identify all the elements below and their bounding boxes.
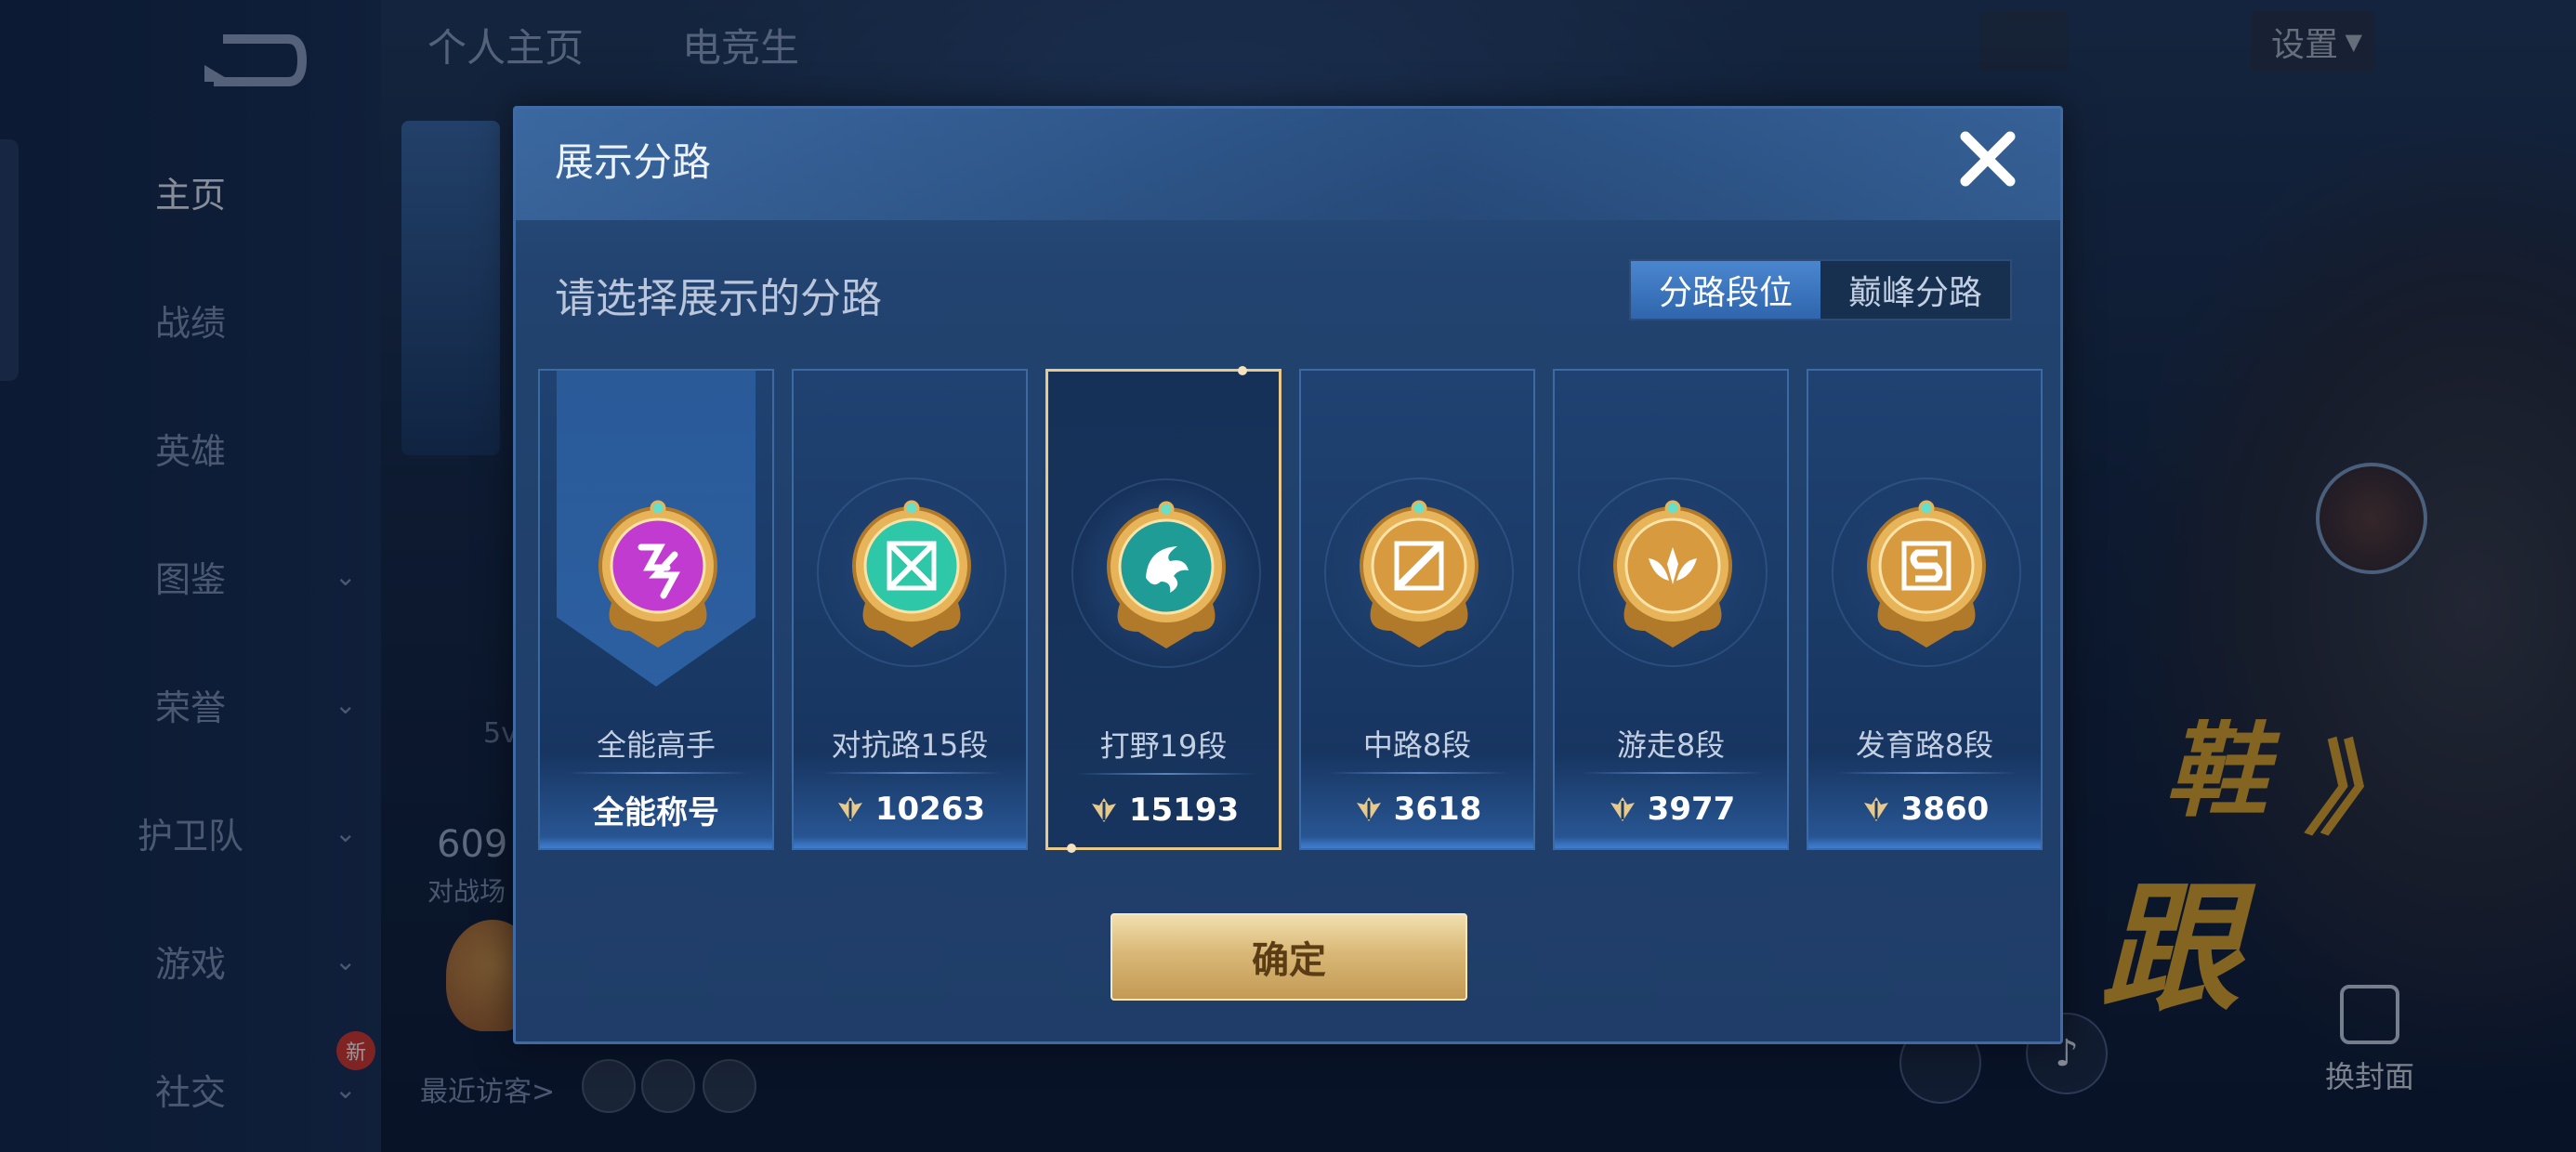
lane-score: 3977 [1555, 789, 1787, 830]
lane-card[interactable]: 游走8段 3977 [1553, 369, 1789, 850]
lane-score: 3860 [1808, 789, 2041, 830]
divider [1836, 772, 2017, 774]
lane-score: 3618 [1301, 789, 1533, 830]
lane-card[interactable]: 中路8段 3618 [1299, 369, 1535, 850]
lane-score: 15193 [1048, 790, 1279, 831]
peak-score-icon [1353, 793, 1385, 825]
divider [568, 772, 748, 774]
card-glow [794, 837, 1026, 848]
divider [821, 772, 1002, 774]
lane-card[interactable]: 发育路8段 3860 [1807, 369, 2043, 850]
corner-dot [1067, 844, 1076, 853]
lane-name: 游走8段 [1616, 727, 1726, 763]
divider [1329, 772, 1509, 774]
lane-card[interactable]: 全能高手 全能称号 [538, 369, 774, 850]
lane-name: 发育路8段 [1855, 727, 1994, 763]
clash-lane-badge-icon [837, 491, 986, 649]
farm-lane-badge-icon [1852, 491, 2001, 649]
peak-score-icon [835, 793, 866, 825]
lane-name: 全能高手 [596, 727, 716, 763]
lane-score-value: 全能称号 [593, 793, 719, 831]
dialog-prompt: 请选择展示的分路 [555, 275, 882, 322]
divider [1583, 772, 1763, 774]
lane-name: 打野19段 [1099, 728, 1228, 764]
lane-list: 全能高手 全能称号 对抗路15段 10263 打野19段 15193 中路8段 3618 游走8… [538, 366, 2044, 853]
dialog-title: 展示分路 [555, 139, 712, 185]
lane-type-toggle: 分路段位 巅峰分路 [1629, 259, 2012, 321]
lane-score-value: 3860 [1900, 791, 1990, 828]
tab-peak-lane[interactable]: 巅峰分路 [1820, 261, 2010, 319]
close-icon [1960, 131, 2016, 187]
lane-card[interactable]: 对抗路15段 10263 [792, 369, 1028, 850]
dialog-header [516, 109, 2060, 220]
divider [1076, 773, 1256, 775]
card-glow [1808, 837, 2041, 848]
card-glow [540, 837, 772, 848]
lane-score-value: 15193 [1128, 792, 1240, 829]
peak-score-icon [1088, 794, 1120, 826]
lane-score-value: 10263 [874, 791, 986, 828]
lane-score-value: 3618 [1393, 791, 1482, 828]
confirm-button[interactable]: 确定 [1111, 913, 1467, 1001]
lane-score: 10263 [794, 789, 1026, 830]
lane-name: 中路8段 [1362, 727, 1472, 763]
lane-name: 对抗路15段 [831, 727, 989, 763]
corner-dot [1238, 366, 1247, 375]
close-button[interactable] [1954, 125, 2021, 192]
tab-lane-rank[interactable]: 分路段位 [1631, 261, 1820, 319]
lane-score-value: 3977 [1647, 791, 1736, 828]
card-glow [1555, 837, 1787, 848]
mid-lane-badge-icon [1345, 491, 1493, 649]
card-glow [1301, 837, 1533, 848]
lane-card[interactable]: 打野19段 15193 [1045, 366, 1281, 853]
peak-score-icon [1607, 793, 1638, 825]
roam-badge-icon [1598, 491, 1747, 649]
peak-score-icon [1860, 793, 1892, 825]
lane-score: 全能称号 [540, 789, 772, 831]
lane-display-dialog: 展示分路 请选择展示的分路 分路段位 巅峰分路 全能高手 全能称号 对抗路15段 10… [513, 106, 2063, 1044]
jungle-badge-icon [1092, 492, 1241, 650]
allround-badge-icon [584, 491, 732, 649]
